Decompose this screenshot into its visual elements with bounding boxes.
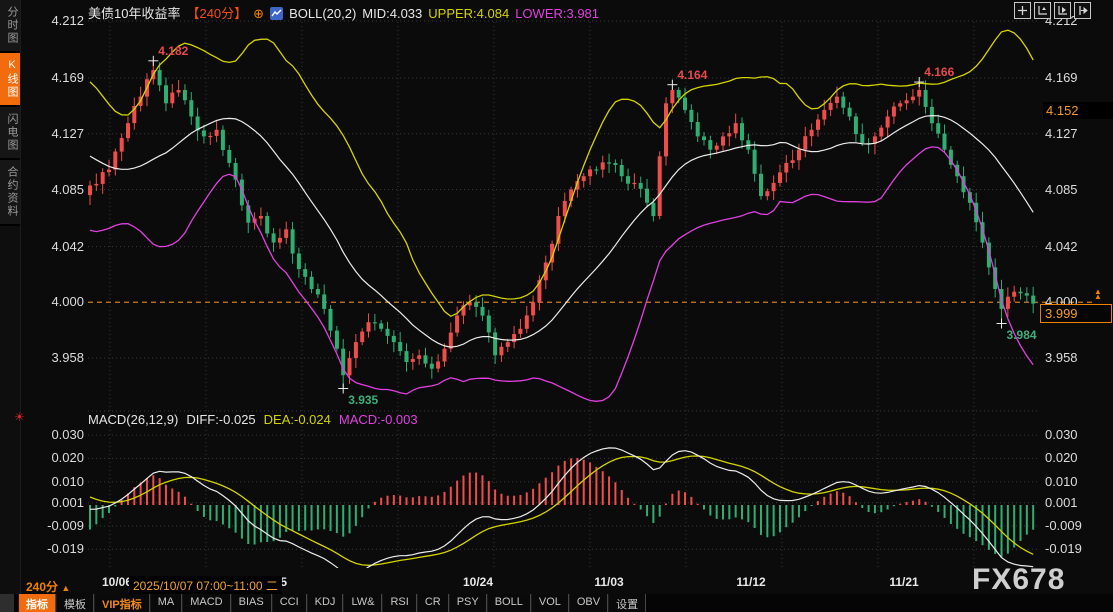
price-axis-label: 4.127: [1045, 126, 1091, 141]
interval-selector[interactable]: 240分 ▲: [26, 578, 70, 595]
indicator-tab-LW&[interactable]: LW&: [343, 594, 382, 612]
macd-axis-label: 0.001: [38, 495, 84, 510]
app-window: 4.1823.9354.1644.1663.9844.2124.2124.169…: [0, 0, 1113, 612]
indicator-tab-VIP指标[interactable]: VIP指标: [94, 594, 150, 612]
price-axis-label: 4.212: [38, 13, 84, 28]
date-axis-label: 11/03: [581, 575, 637, 589]
price-axis-label: 4.000: [38, 294, 84, 309]
price-up-arrow-icon: ▲▲: [1094, 289, 1102, 299]
macd-axis-label: -0.009: [1045, 518, 1091, 533]
indicator-tab-设置[interactable]: 设置: [608, 594, 646, 612]
macd-axis-label: -0.009: [38, 518, 84, 533]
candles-layer: [88, 61, 1035, 389]
price-axis-label: 4.042: [38, 239, 84, 254]
pane-shift-icon[interactable]: [1074, 2, 1091, 19]
macd-axis-label: 0.010: [1045, 474, 1091, 489]
price-axis-label: 4.085: [1045, 182, 1091, 197]
macd-legend-name: MACD(26,12,9): [88, 412, 178, 427]
macd-legend: MACD(26,12,9) DIFF:-0.025 DEA:-0.024 MACD:-…: [88, 412, 426, 427]
price-axis-label: 4.169: [1045, 70, 1091, 85]
price-axis-label: 3.958: [1045, 350, 1091, 365]
indicator-tab-bar: 指标模板VIP指标MAMACDBIASCCIKDJLW&RSICRPSYBOLL…: [0, 594, 1113, 612]
indicator-tab-BIAS[interactable]: BIAS: [231, 594, 272, 612]
date-axis-label: 10/24: [450, 575, 506, 589]
macd-panel: [90, 448, 1033, 575]
boll-lower-value: LOWER:3.981: [515, 6, 599, 21]
tab-bar-handle[interactable]: [0, 594, 14, 612]
boll-mid-value: MID:4.033: [362, 6, 422, 21]
price-axis-label: 4.169: [38, 70, 84, 85]
sidebar-tab-K线图[interactable]: K线图: [0, 53, 20, 107]
date-axis-label: 11/12: [723, 575, 779, 589]
macd-axis-label: -0.019: [38, 541, 84, 556]
indicator-tab-指标[interactable]: 指标: [18, 594, 56, 612]
boll-lower-line: [90, 147, 1033, 401]
axis-play-icon[interactable]: [1054, 2, 1071, 19]
price-axis-label: 3.958: [38, 350, 84, 365]
macd-dea-value: DEA:-0.024: [264, 412, 331, 427]
price-axis-label: 4.127: [38, 126, 84, 141]
macd-axis-label: 0.010: [38, 474, 84, 489]
indicator-tab-CR[interactable]: CR: [417, 594, 449, 612]
page-title: 美债10年收益率: [88, 6, 180, 21]
boll-upper-line: [90, 30, 1033, 316]
window-controls: [1014, 2, 1091, 19]
macd-axis-label: 0.030: [1045, 427, 1091, 442]
chart-header: 美债10年收益率【240分】 ⊕ BOLL(20,2) MID:4.033 UPPER:…: [88, 3, 605, 21]
add-indicator-icon[interactable]: ⊕: [253, 6, 264, 21]
indicator-tab-BOLL[interactable]: BOLL: [487, 594, 531, 612]
price-axis-label: 4.085: [38, 182, 84, 197]
macd-axis-label: 0.020: [1045, 450, 1091, 465]
chart-canvas[interactable]: [0, 0, 1113, 612]
key-price-label: 4.166: [924, 65, 954, 79]
key-price-label: 4.182: [158, 44, 188, 58]
indicator-tab-PSY[interactable]: PSY: [449, 594, 487, 612]
indicator-tab-模板[interactable]: 模板: [56, 594, 94, 612]
sidebar-tab-闪电图[interactable]: 闪电图: [0, 107, 20, 160]
key-price-label: 3.984: [1007, 328, 1037, 342]
bollinger-bands: [90, 30, 1033, 401]
indicator-tab-VOL[interactable]: VOL: [531, 594, 569, 612]
date-axis-label: 11/21: [876, 575, 932, 589]
crosshair-icon[interactable]: [1014, 2, 1031, 19]
line-chart-icon: [270, 7, 283, 23]
axis-price-marker: 4.152: [1043, 102, 1113, 119]
indicator-tab-CCI[interactable]: CCI: [272, 594, 307, 612]
sidebar: 分时图K线图闪电图合约资料: [0, 0, 21, 612]
indicator-tab-OBV[interactable]: OBV: [569, 594, 608, 612]
key-price-label: 4.164: [677, 68, 707, 82]
sidebar-tab-分时图[interactable]: 分时图: [0, 0, 20, 53]
watermark-logo: FX678: [972, 563, 1065, 597]
boll-upper-value: UPPER:4.084: [428, 6, 509, 21]
interval-tag: 【240分】: [186, 6, 247, 21]
macd-axis-label: -0.019: [1045, 541, 1091, 556]
macd-axis-label: 0.030: [38, 427, 84, 442]
macd-diff-line: [90, 448, 1033, 575]
indicator-tab-KDJ[interactable]: KDJ: [307, 594, 344, 612]
crosshair-tooltip: 2025/10/07 07:00~11:00 二: [129, 576, 282, 595]
alert-sun-icon[interactable]: ☀: [14, 410, 25, 424]
key-price-label: 3.935: [348, 393, 378, 407]
interval-arrow-icon: ▲: [61, 583, 70, 593]
indicator-tab-RSI[interactable]: RSI: [382, 594, 416, 612]
price-axis-label: 4.042: [1045, 239, 1091, 254]
macd-axis-label: 0.001: [1045, 495, 1091, 510]
macd-macd-value: MACD:-0.003: [339, 412, 418, 427]
indicator-tab-MA[interactable]: MA: [150, 594, 183, 612]
sidebar-tab-合约资料[interactable]: 合约资料: [0, 160, 20, 226]
macd-dea-line: [90, 456, 1033, 565]
last-price-badge: 3.999: [1040, 304, 1112, 323]
macd-diff-value: DIFF:-0.025: [186, 412, 255, 427]
axis-expand-icon[interactable]: [1034, 2, 1051, 19]
indicator-tab-MACD[interactable]: MACD: [182, 594, 230, 612]
interval-label: 240分: [26, 580, 58, 594]
boll-legend-name: BOLL(20,2): [289, 6, 356, 21]
macd-axis-label: 0.020: [38, 450, 84, 465]
